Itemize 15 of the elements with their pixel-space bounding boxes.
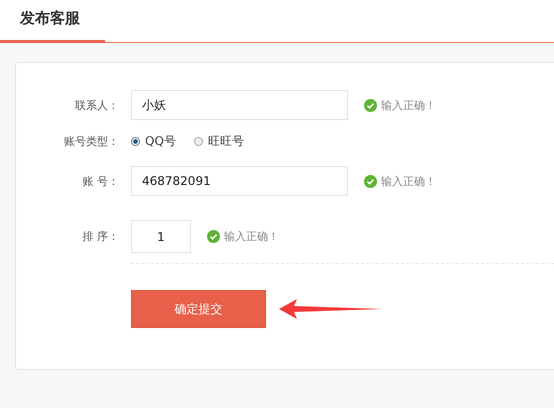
- radio-button[interactable]: [131, 136, 140, 146]
- validation-message: 输入正确！: [381, 98, 436, 112]
- radio-label[interactable]: 旺旺号: [208, 132, 244, 150]
- field-label: 账号类型：: [63, 134, 119, 148]
- validation-message: 输入正确！: [381, 174, 436, 188]
- input-field[interactable]: 小妖: [131, 90, 348, 120]
- radio-button[interactable]: [194, 136, 203, 146]
- input-field[interactable]: 1: [131, 220, 191, 253]
- field-label: 账 号：: [82, 174, 119, 188]
- field-label: 排 序：: [82, 229, 119, 244]
- field-label: 联系人：: [74, 98, 119, 112]
- radio-label[interactable]: QQ号: [145, 132, 176, 150]
- page-tab[interactable]: 发布客服: [0, 9, 105, 43]
- validation-message: 输入正确！: [224, 229, 279, 244]
- input-field[interactable]: 468782091: [131, 166, 348, 196]
